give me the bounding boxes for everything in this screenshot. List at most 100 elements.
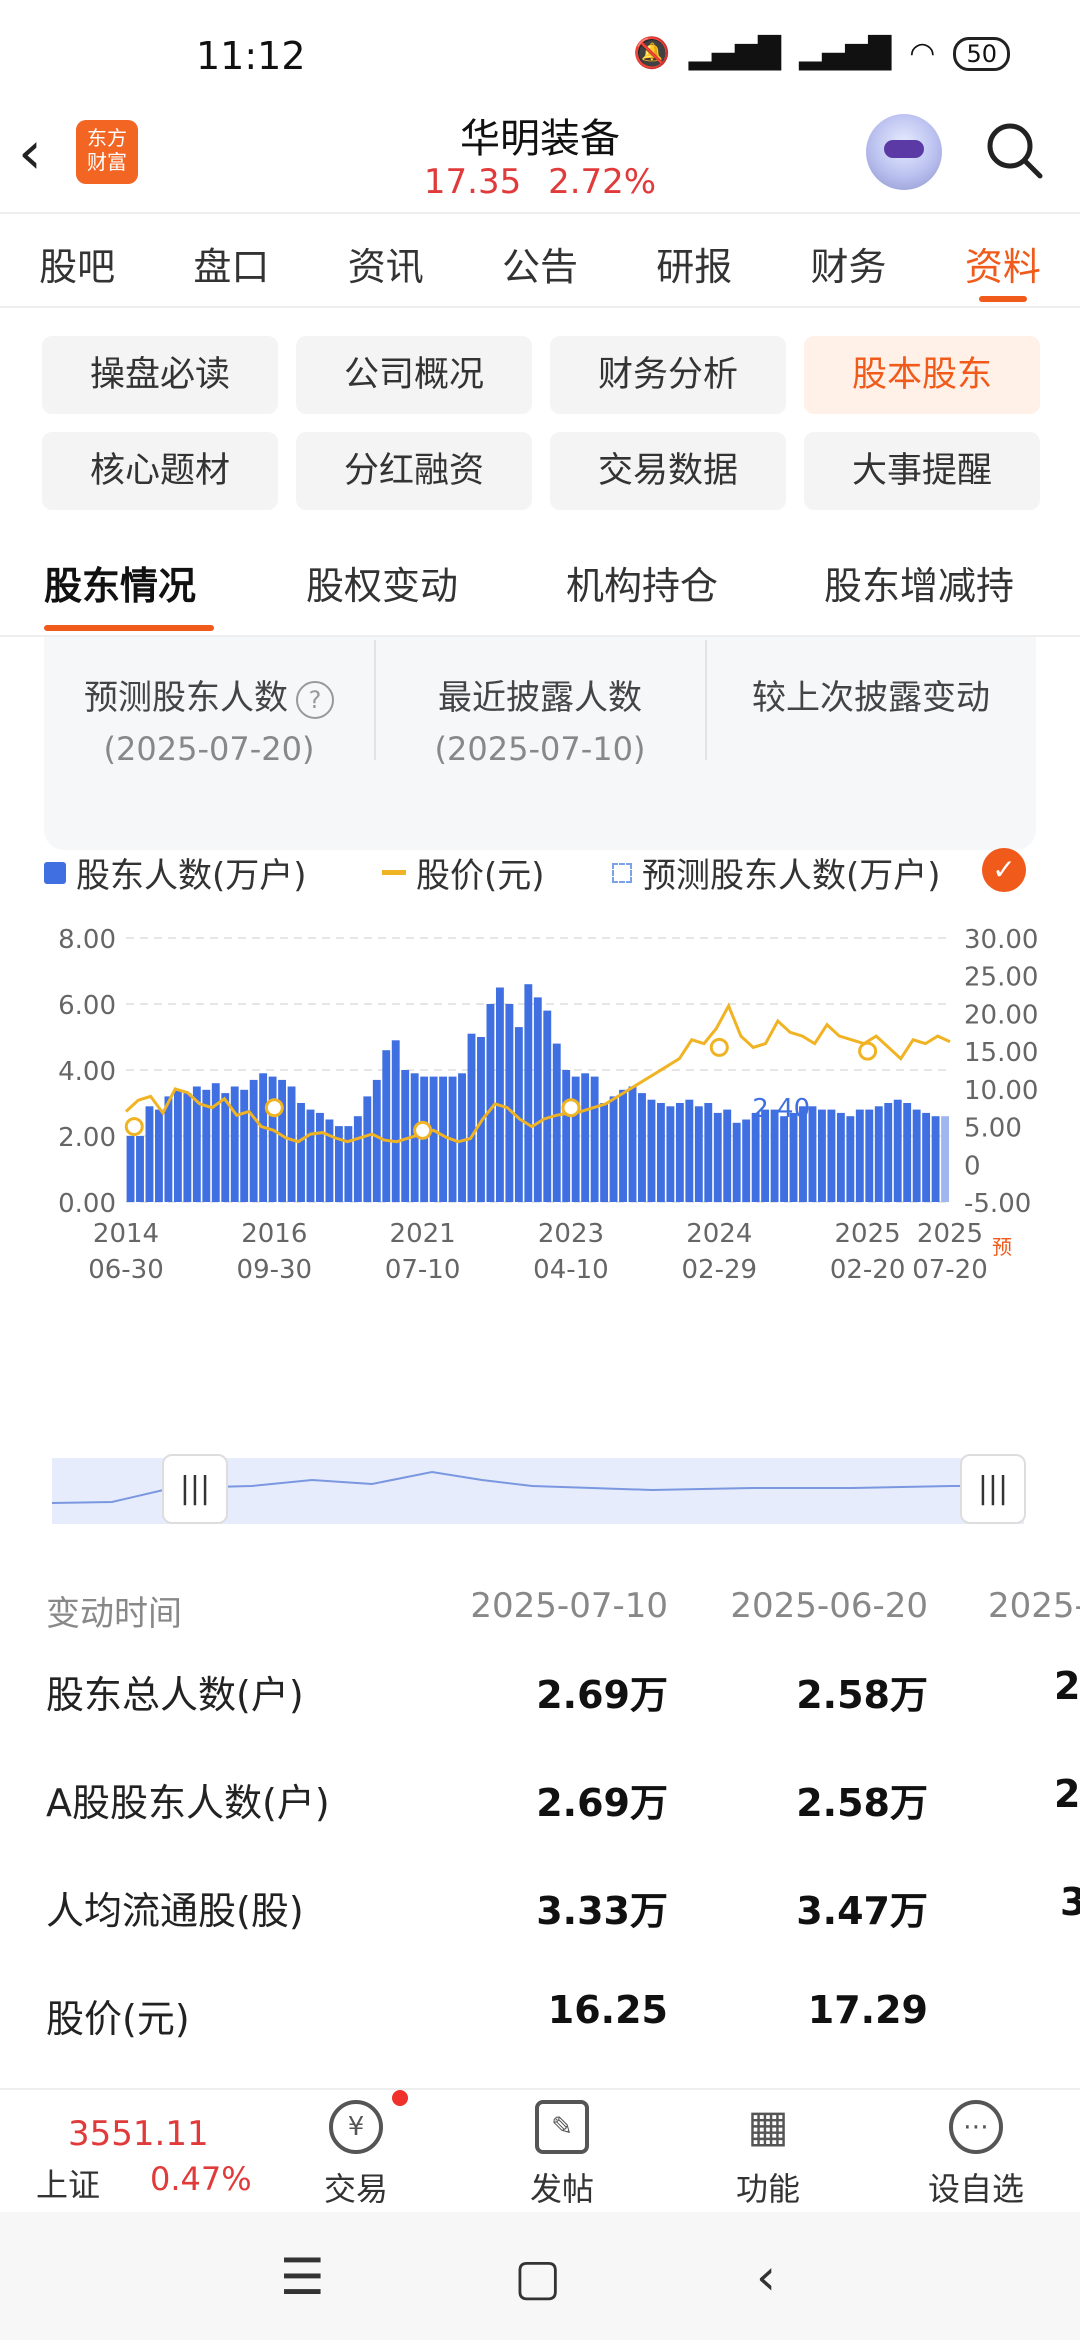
chip-shareholders[interactable]: 股本股东 [804, 336, 1040, 414]
cell: 2.58万 [796, 1673, 928, 1717]
chip-dividends[interactable]: 分红融资 [296, 432, 532, 510]
holders-bar [818, 1109, 826, 1202]
wifi-icon: ◠ [909, 36, 936, 71]
holders-bar [694, 1106, 703, 1202]
shareholder-chart: 8.00 6.00 4.00 2.00 0.00 30.00 25.00 20.00 15.00… [58, 925, 1038, 1285]
nav-trade[interactable]: ¥ 交易 [286, 2100, 426, 2210]
chip-trading-data[interactable]: 交易数据 [550, 432, 786, 510]
nav-functions[interactable]: ▦ 功能 [698, 2100, 838, 2210]
holders-bar [126, 1136, 135, 1202]
holders-bar [155, 1109, 163, 1202]
legend-holders[interactable]: 股东人数(万户) [44, 848, 307, 897]
x-tick-date: 07-10 [385, 1255, 461, 1285]
cell: 17.29 [807, 1988, 928, 2032]
status-icons: 🔕 ▂▄▆█ ▂▄▆█ ◠ 50 [633, 36, 1010, 71]
holders-bar [855, 1109, 864, 1202]
holders-bar [287, 1086, 296, 1202]
chip-core-themes[interactable]: 核心题材 [42, 432, 278, 510]
tab-finance[interactable]: 财务 [811, 214, 887, 306]
range-slider[interactable]: ||| ||| [52, 1454, 1026, 1524]
robot-assistant-icon[interactable] [866, 114, 942, 190]
holders-bar [306, 1109, 315, 1202]
legend-price-swatch [382, 870, 406, 875]
x-tick-date: 09-30 [237, 1255, 313, 1285]
right-tick-label: 5.00 [964, 1114, 1022, 1144]
right-tick-label: 0 [964, 1151, 981, 1181]
tab-profile[interactable]: 资料 [965, 214, 1041, 306]
row-label: 人均流通股(股) [46, 1889, 304, 1933]
holders-bar [751, 1112, 760, 1202]
slider-handle-left[interactable]: ||| [162, 1454, 228, 1524]
back-nav-icon[interactable]: ‹ [756, 2248, 776, 2306]
holders-bar [552, 1043, 561, 1202]
tab-pankou[interactable]: 盘口 [193, 214, 269, 306]
holders-bar [458, 1073, 466, 1202]
summary-forecast-label: 预测股东人数 [84, 678, 288, 718]
price-marker [709, 1037, 729, 1057]
chart-legend: 股东人数(万户) 股价(元) 预测股东人数(万户) ✓ [44, 848, 1044, 897]
check-icon[interactable]: ✓ [982, 848, 1026, 892]
holders-bar [675, 1103, 684, 1202]
holders-bar [164, 1096, 173, 1202]
nav-post[interactable]: ✎ 发帖 [492, 2100, 632, 2210]
summary-forecast: 预测股东人数? (2025-07-20) [44, 620, 374, 770]
holders-bar [922, 1112, 931, 1202]
holders-bar [145, 1106, 154, 1202]
holders-bar [713, 1112, 722, 1202]
holders-bar [590, 1076, 599, 1202]
mute-icon: 🔕 [633, 36, 671, 71]
notification-dot [392, 2090, 408, 2106]
x-tick-date: 06-30 [88, 1255, 164, 1285]
x-tick-date: 02-20 [830, 1255, 906, 1285]
summary-change-label: 较上次披露变动 [752, 678, 990, 718]
summary-forecast-date: (2025-07-20) [103, 730, 315, 768]
holders-bar [467, 1033, 476, 1202]
index-change[interactable]: 0.47% [150, 2160, 252, 2198]
chip-financial-analysis[interactable]: 财务分析 [550, 336, 786, 414]
tab-research[interactable]: 研报 [656, 214, 732, 306]
left-tick-label: 4.00 [58, 1057, 116, 1087]
tab-institution-holdings[interactable]: 机构持仓 [566, 555, 718, 610]
cell: 2.58万 [796, 1781, 928, 1825]
tab-equity-change[interactable]: 股权变动 [306, 555, 458, 610]
tab-news[interactable]: 资讯 [348, 214, 424, 306]
holders-bar [609, 1096, 618, 1202]
grid-icon: ▦ [747, 2101, 789, 2152]
slider-handle-right[interactable]: ||| [960, 1454, 1026, 1524]
price-marker [124, 1117, 144, 1137]
nav-add-watchlist[interactable]: ⋯ 设自选 [906, 2100, 1046, 2210]
nav-add-watchlist-label: 设自选 [927, 2170, 1024, 2208]
search-icon[interactable] [984, 120, 1044, 180]
chip-events[interactable]: 大事提醒 [804, 432, 1040, 510]
holders-bar [600, 1103, 609, 1202]
legend-forecast[interactable]: 预测股东人数(万户) [612, 848, 941, 897]
holders-bar [543, 1010, 552, 1202]
holders-bar [912, 1109, 921, 1202]
holders-bar [268, 1076, 277, 1202]
holders-bar [884, 1103, 893, 1202]
holders-bar [316, 1112, 324, 1202]
legend-price[interactable]: 股价(元) [382, 848, 545, 897]
chip-company-overview[interactable]: 公司概况 [296, 336, 532, 414]
tab-guba[interactable]: 股吧 [39, 214, 115, 306]
holders-bar [259, 1073, 268, 1202]
tab-announcements[interactable]: 公告 [502, 214, 578, 306]
signal-icon-2: ▂▄▆█ [798, 36, 892, 71]
index-name[interactable]: 上证 [36, 2160, 100, 2206]
row-label: 股东总人数(户) [46, 1673, 304, 1717]
home-icon[interactable]: ▢ [514, 2248, 561, 2306]
help-icon[interactable]: ? [296, 680, 334, 719]
tab-holder-changes[interactable]: 股东增减持 [824, 555, 1014, 610]
chip-must-read[interactable]: 操盘必读 [42, 336, 278, 414]
index-value[interactable]: 3551.11 [68, 2114, 209, 2154]
holders-bar [249, 1079, 258, 1202]
right-tick-label: -5.00 [964, 1189, 1031, 1219]
menu-icon[interactable]: ☰ [280, 2248, 325, 2306]
holders-bar [344, 1126, 353, 1202]
left-tick-label: 2.00 [58, 1123, 116, 1153]
holders-bar [136, 1136, 144, 1202]
price-marker [413, 1120, 433, 1140]
cell: 3 [1060, 1880, 1080, 1924]
tab-shareholder-info[interactable]: 股东情况 [44, 555, 196, 610]
holders-bar [931, 1116, 940, 1202]
